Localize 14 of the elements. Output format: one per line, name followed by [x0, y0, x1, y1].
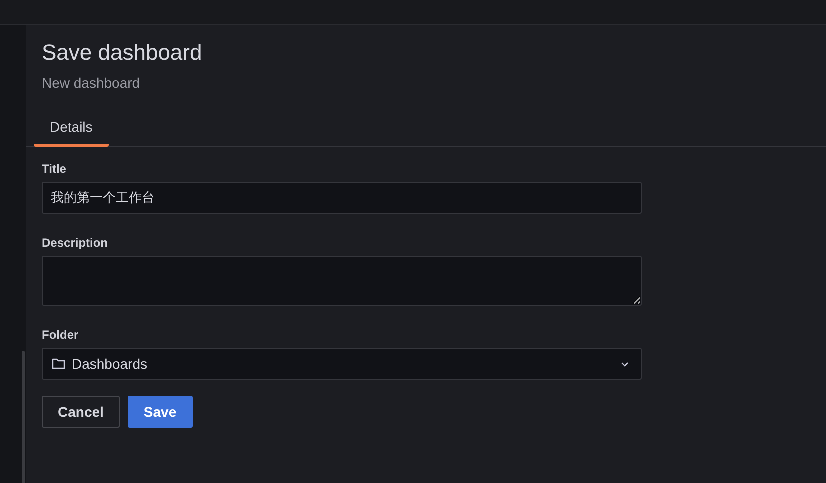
drawer-title: Save dashboard — [42, 39, 204, 67]
folder-select[interactable]: Dashboards — [42, 348, 642, 380]
description-input[interactable] — [42, 256, 642, 306]
save-button[interactable]: Save — [128, 396, 193, 428]
folder-value: Dashboards — [72, 356, 148, 372]
cancel-button[interactable]: Cancel — [42, 396, 120, 428]
field-label: Title — [42, 162, 68, 176]
details-tab[interactable]: Details — [34, 111, 109, 147]
field-label: Folder — [42, 328, 80, 342]
drawer-subtitle: New dashboard — [42, 75, 142, 91]
title-input[interactable]: 我的第一个工作台 — [42, 182, 642, 214]
folder-icon — [52, 358, 66, 370]
chevron-down-icon — [621, 362, 629, 366]
field-label: Description — [42, 236, 110, 250]
